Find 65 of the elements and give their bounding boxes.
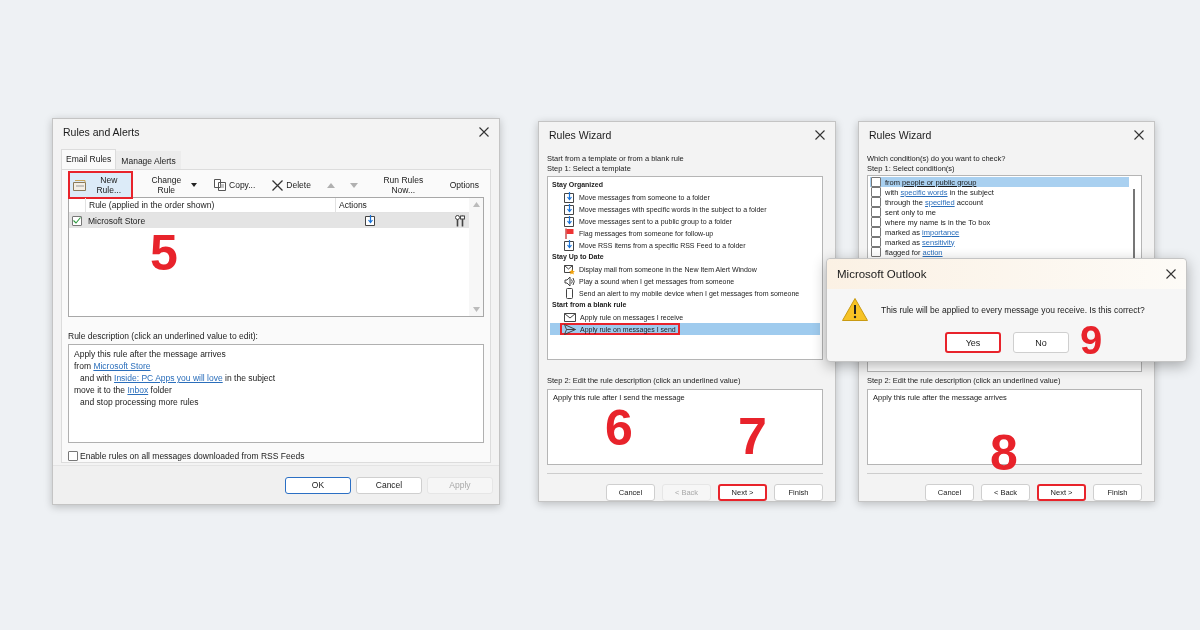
checkbox[interactable] [871,177,881,187]
step-number: 8 [990,428,1018,478]
description-label: Rule description (click an underlined value to edit): [68,331,259,341]
close-icon[interactable] [815,130,825,140]
dialog-button[interactable]: Yes [945,332,1001,353]
folder-arrow-icon [564,215,575,227]
toolbar-button[interactable]: Options [444,176,484,194]
checkbox[interactable] [871,247,881,257]
rule-card-icon [73,179,87,191]
folder-arrow-icon [564,191,575,203]
dialog-button[interactable]: Cancel [356,476,422,494]
change-rule-button[interactable]: Change Rule [139,171,203,199]
checkbox-label: Enable rules on all messages downloaded from RSS Feeds [80,451,305,461]
checkbox[interactable] [871,187,881,197]
checkbox[interactable] [871,237,881,247]
step-number: 5 [150,228,178,278]
checkbox[interactable] [871,217,881,227]
window-title: Rules and Alerts [63,126,140,138]
link[interactable]: Inside: PC Apps you will love [114,373,223,383]
copy-button[interactable]: Copy... [209,175,261,195]
close-icon[interactable] [1166,269,1176,279]
checkbox[interactable] [72,215,82,226]
checkbox[interactable] [68,451,78,461]
checkbox[interactable] [871,197,881,207]
window-title: Microsoft Outlook [837,268,927,280]
caret-icon [191,183,198,187]
dialog-button[interactable]: OK [285,476,351,494]
checkbox[interactable] [871,227,881,237]
description-line: and stop processing more rules [79,396,200,408]
close-icon[interactable] [479,127,489,137]
new-rule-button[interactable]: New Rule... [68,171,133,199]
tab[interactable]: Email Rules [61,149,117,169]
dialog-button[interactable]: No [1013,332,1069,353]
step-number: 6 [605,403,633,453]
paper-plane-icon [564,323,576,335]
toolbar-button[interactable]: Run Rules Now... [368,171,438,199]
envelope-icon [564,311,576,323]
speaker-icon [564,275,575,287]
description-line: from Microsoft Store [74,360,152,372]
step-number: 7 [738,410,767,462]
delete-button[interactable]: Delete [267,175,316,195]
message-text: This rule will be applied to every message you receive. Is this correct? [881,304,1145,315]
step-number: 9 [1080,320,1103,360]
close-icon[interactable] [1134,130,1144,140]
link[interactable]: Microsoft Store [93,361,151,371]
rule-row[interactable]: Microsoft Store [69,213,469,228]
link[interactable]: Inbox [127,385,149,395]
column-header[interactable]: Rule (applied in the order shown) [85,198,335,212]
delete-icon [272,179,284,191]
tab[interactable]: Manage Alerts [116,151,181,169]
window-title: Rules Wizard [869,129,932,141]
warning-icon [841,297,869,322]
phone-icon [564,287,575,299]
flag-icon [564,227,575,239]
tools-icon [455,214,465,227]
checkbox[interactable] [871,207,881,217]
folder-arrow-icon [564,203,575,215]
description-line: and with Inside: PC Apps you will love in the subject [79,372,277,384]
folder-arrow-icon [365,215,376,226]
window-title: Rules Wizard [549,129,612,141]
scrollbar-thumb[interactable] [1133,189,1135,259]
description-line: Apply this rule after the message arrives [74,348,227,360]
folder-arrow-icon [564,239,575,251]
description-line: move it to the Inbox folder [74,384,173,396]
copy-icon [214,179,227,191]
